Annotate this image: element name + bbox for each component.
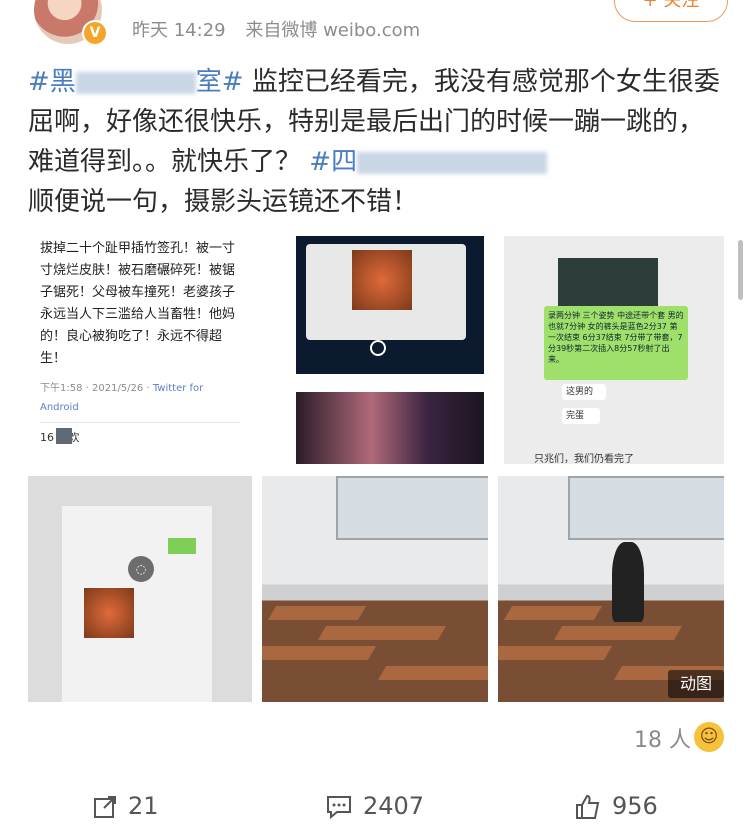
comment-icon bbox=[327, 796, 351, 820]
image-7-classroom-person[interactable] bbox=[498, 476, 724, 702]
repost-button[interactable]: 21 bbox=[92, 792, 159, 820]
chat-reply-1: 这男的 bbox=[562, 384, 606, 400]
repost-icon bbox=[94, 796, 116, 818]
follow-button[interactable]: + 关注 bbox=[614, 0, 728, 22]
loading-icon bbox=[370, 340, 386, 356]
post-source[interactable]: 来自微博 weibo.com bbox=[245, 20, 420, 41]
chat-bottom-text: 只兆们，我们仍看完了 bbox=[534, 454, 634, 464]
comment-button[interactable]: 2407 bbox=[325, 792, 424, 820]
hashtag-1[interactable]: #黑 室# bbox=[28, 67, 244, 97]
gif-badge: 动图 bbox=[668, 670, 724, 698]
like-button[interactable]: 956 bbox=[574, 792, 658, 821]
thumbs-up-icon bbox=[576, 794, 600, 819]
image-6-classroom[interactable] bbox=[262, 476, 488, 702]
post-text: #黑 室# 监控已经看完，我没有感觉那个女生很委屈啊，好像还很快乐，特别是最后出门… bbox=[28, 62, 728, 222]
image-1-tweet[interactable]: 拔掉二十个趾甲插竹签孔！被一寸寸烧烂皮肤！被石磨碾碎死！被锯子锯死！父母被车撞死… bbox=[28, 232, 252, 464]
image-3-chat[interactable]: 录两分钟 三个姿势 中途还带个套 男的也就7分钟 女的裤头是蓝色2分37 第一次… bbox=[504, 236, 724, 464]
post-time: 昨天 14:29 bbox=[132, 20, 226, 41]
verified-badge: V bbox=[82, 20, 108, 46]
tweet-text: 拔掉二十个趾甲插竹签孔！被一寸寸烧烂皮肤！被石磨碾碎死！被锯子锯死！父母被车撞死… bbox=[40, 241, 236, 366]
post-body-2: 顺便说一句，摄影头运镜还不错！ bbox=[28, 187, 419, 217]
post-meta: 昨天 14:29 来自微博 weibo.com bbox=[132, 16, 434, 42]
scrollbar[interactable] bbox=[738, 240, 743, 300]
grinning-face-icon[interactable]: ☺ bbox=[694, 722, 724, 752]
tweet-meta: 下午1:58 · 2021/5/26 · Twitter for Android bbox=[40, 383, 204, 413]
image-5-chat-photo[interactable]: ◌ bbox=[28, 476, 252, 702]
chat-reply-2: 完蛋 bbox=[562, 408, 600, 424]
play-icon[interactable]: ◌ bbox=[128, 556, 154, 582]
redacted-text bbox=[357, 151, 548, 174]
chat-message: 录两分钟 三个姿势 中途还带个套 男的也就7分钟 女的裤头是蓝色2分37 第一次… bbox=[544, 306, 688, 380]
redacted-text bbox=[75, 71, 196, 94]
blurred-avatar bbox=[56, 428, 72, 444]
image-2-phone-photo[interactable] bbox=[296, 236, 484, 374]
image-4-blurred[interactable] bbox=[296, 392, 484, 464]
reaction-count[interactable]: 18 人 bbox=[634, 722, 691, 754]
hashtag-2[interactable]: #四 bbox=[309, 147, 548, 177]
